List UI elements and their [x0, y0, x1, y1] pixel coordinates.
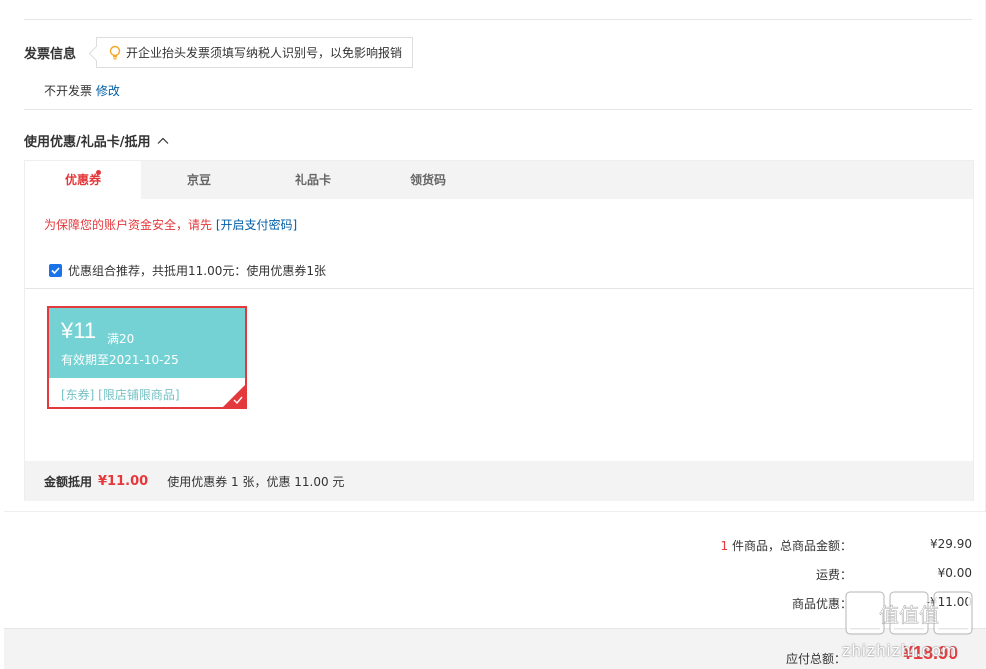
- notification-dot: [96, 170, 101, 175]
- selected-check-icon: [233, 396, 243, 405]
- recommend-checkbox[interactable]: [49, 264, 62, 277]
- tab-jingdou[interactable]: 京豆: [141, 161, 257, 199]
- summary-text: 使用优惠券 1 张，优惠 11.00 元: [167, 474, 345, 489]
- invoice-edit-link[interactable]: 修改: [96, 84, 120, 98]
- invoice-tip: 开企业抬头发票须填写纳税人识别号，以免影响报销: [96, 37, 414, 68]
- discount-label: 商品优惠：: [791, 597, 852, 611]
- shipping-label: 运费：: [815, 568, 852, 582]
- discount-summary-bar: 金额抵用 ¥11.00 使用优惠券 1 张，优惠 11.00 元: [25, 461, 973, 501]
- invoice-status: 不开发票 修改: [44, 82, 120, 99]
- coupon-tags: [东券] [限店铺限商品]: [61, 388, 180, 402]
- divider: [25, 288, 973, 289]
- lightbulb-icon: [107, 45, 123, 61]
- summary-amount: ¥11.00: [98, 473, 149, 489]
- chevron-up-icon[interactable]: [157, 135, 169, 147]
- security-warning: 为保障您的账户资金安全，请先 [开启支付密码]: [44, 216, 297, 233]
- tab-coupon-label: 优惠券: [64, 173, 101, 187]
- coupon-validity: 有效期至2021-10-25: [61, 353, 179, 367]
- tab-coupon[interactable]: 优惠券: [25, 161, 141, 199]
- tab-pickup-code-label: 领货码: [409, 173, 446, 187]
- tab-bar: 优惠券 京豆 礼品卡 领货码: [25, 161, 973, 199]
- invoice-status-text: 不开发票: [44, 84, 93, 98]
- payable-label: 应付总额：: [786, 652, 847, 666]
- watermark-logo-text: 值值值: [879, 603, 939, 627]
- check-icon: [51, 267, 60, 275]
- tab-gift-card[interactable]: 礼品卡: [255, 161, 371, 199]
- coupon-tabs-panel: 优惠券 京豆 礼品卡 领货码 为保障您的账户资金安全，请先 [开启支付密码] 优…: [24, 160, 974, 501]
- goods-label-text: 件商品，总商品金额：: [731, 539, 852, 553]
- watermark-logo: 值值值: [845, 591, 973, 635]
- tab-gift-card-label: 礼品卡: [294, 173, 331, 187]
- tab-jingdou-label: 京豆: [186, 173, 211, 187]
- total-goods-value: ¥29.90: [930, 537, 972, 551]
- invoice-tip-text: 开企业抬头发票须填写纳税人识别号，以免影响报销: [126, 46, 403, 60]
- coupon-card-header: ¥11 满20 有效期至2021-10-25: [49, 308, 245, 378]
- coupon-card[interactable]: ¥11 满20 有效期至2021-10-25 [东券] [限店铺限商品]: [47, 306, 247, 409]
- coupon-price: ¥11: [61, 318, 97, 343]
- security-warning-text: 为保障您的账户资金安全，请先: [44, 218, 213, 232]
- total-goods-label: 1 件商品，总商品金额：: [652, 537, 852, 554]
- summary-label: 金额抵用: [44, 474, 93, 489]
- total-goods-row: 1 件商品，总商品金额： ¥29.90: [652, 537, 972, 554]
- recommend-text: 优惠组合推荐，共抵用11.00元：使用优惠券1张: [68, 264, 326, 278]
- shipping-row: 运费： ¥0.00: [652, 566, 972, 583]
- divider: [24, 19, 972, 20]
- divider: [24, 109, 972, 110]
- tab-pickup-code[interactable]: 领货码: [370, 161, 486, 199]
- coupon-condition: 满20: [107, 332, 135, 346]
- shipping-value: ¥0.00: [937, 566, 972, 580]
- enable-pay-password-link[interactable]: [开启支付密码]: [216, 218, 297, 232]
- order-info-panel: 发票信息 开企业抬头发票须填写纳税人识别号，以免影响报销 不开发票 修改 使用优…: [4, 0, 986, 512]
- watermark-text: zhizhizhi.com: [842, 641, 958, 660]
- recommend-row: 优惠组合推荐，共抵用11.00元：使用优惠券1张: [49, 262, 326, 279]
- coupon-section-header[interactable]: 使用优惠/礼品卡/抵用: [24, 131, 169, 150]
- coupon-section-title: 使用优惠/礼品卡/抵用: [24, 135, 151, 150]
- goods-count: 1: [720, 539, 729, 553]
- invoice-section-title: 发票信息: [24, 47, 77, 62]
